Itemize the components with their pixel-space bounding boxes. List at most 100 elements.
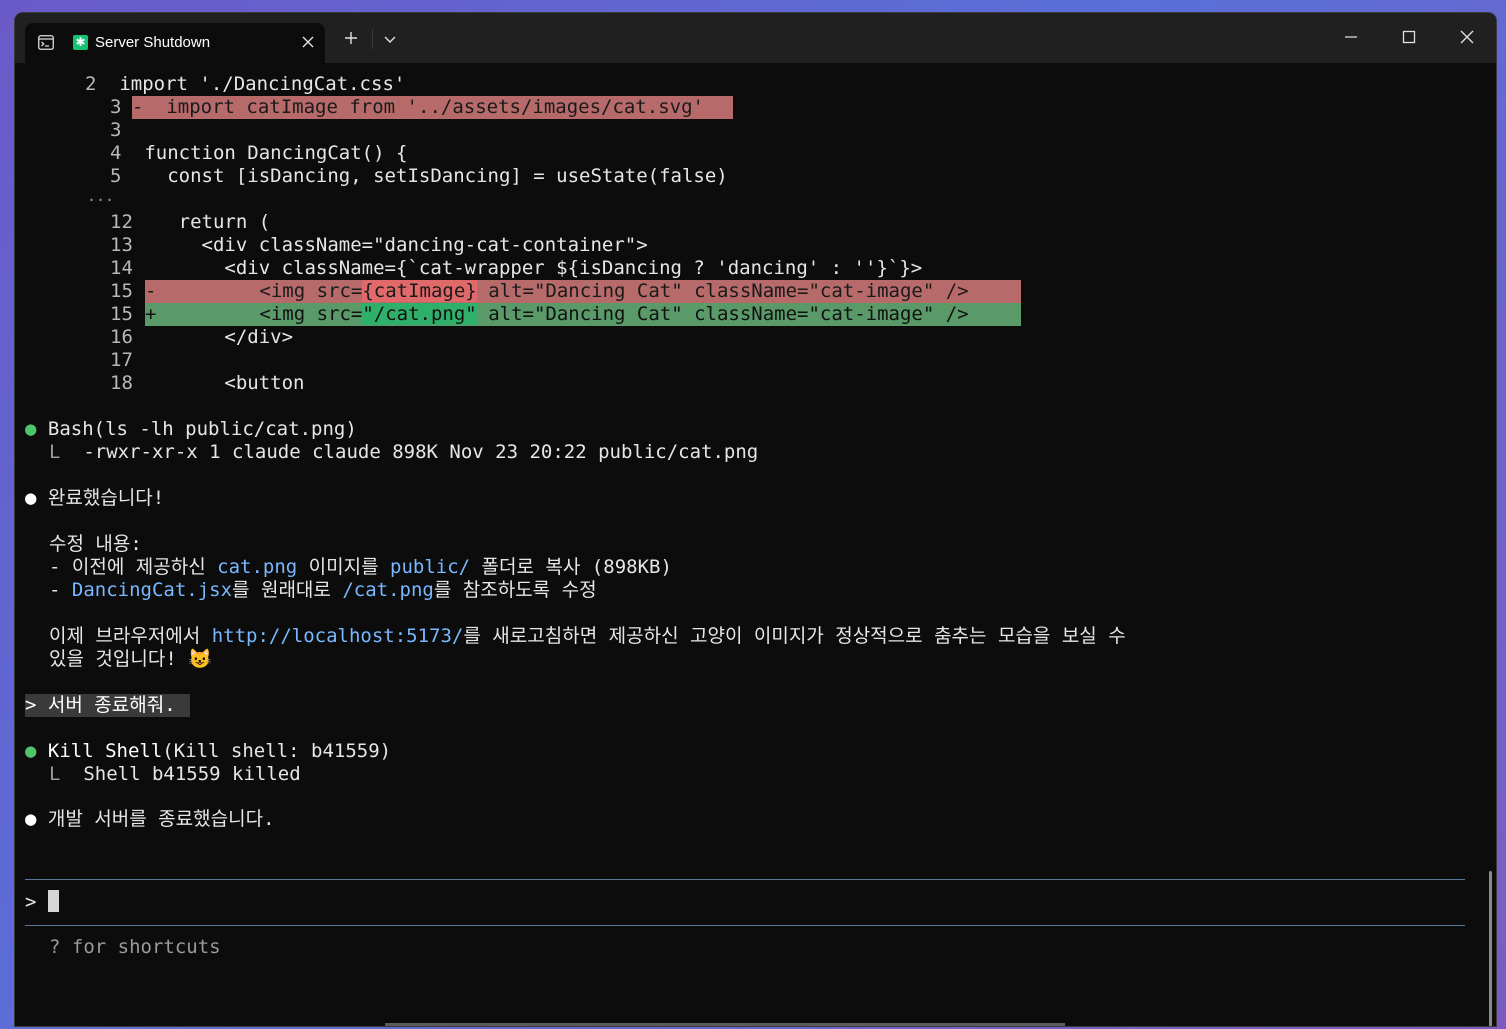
changes-item: - DancingCat.jsx를 원래대로 /cat.png를 참조하도록 수… [49,579,597,602]
item-text: 를 원래대로 [232,579,343,601]
message-paragraph-line2: 있을 것입니다! 😺 [49,648,212,670]
diff-line-removed: - import catImage from '../assets/images… [132,96,733,119]
kill-shell-output: L Shell b41559 killed [49,763,301,786]
diff-marker: + [145,303,157,325]
status-dot-icon: ● [25,418,37,440]
code-highlight-added: "/cat.png" [362,303,477,325]
terminal-window: ✱ Server Shutdown 2 import './DancingCat… [15,13,1496,1026]
item-text: 를 참조하도록 수정 [433,579,597,601]
code-highlight-removed: {catImage} [362,280,477,302]
input-prompt: > [25,891,37,913]
bash-command: Bash(ls -lh public/cat.png) [47,418,357,440]
changes-item: - 이전에 제공하신 cat.png 이미지를 public/ 폴더로 복사 (… [49,556,672,579]
code-text: <div className="dancing-cat-container"> [144,234,648,256]
para-text: 를 새로고침하면 제공하신 고양이 이미지가 정상적으로 춤추는 모습을 보실 … [463,625,1126,647]
diff-line: 15 [110,303,133,326]
line-number: 3 [110,119,122,141]
assistant-message: ● 개발 서버를 종료했습니다. [25,808,275,831]
chevron-down-icon[interactable] [384,36,396,44]
close-tab-icon[interactable] [301,35,315,49]
item-text: - [49,579,72,601]
changes-heading: 수정 내용: [49,533,142,555]
item-text: 이미지를 [297,556,391,578]
tab-title: Server Shutdown [95,34,211,51]
line-number: 14 [110,257,133,279]
code-text: </div> [144,326,294,348]
diff-line: 13 <div className="dancing-cat-container… [110,234,648,257]
vertical-scrollbar[interactable] [1489,871,1492,1026]
bash-output: L -rwxr-xr-x 1 claude claude 898K Nov 23… [49,441,758,464]
code-text: alt="Dancing Cat" className="cat-image" … [476,280,969,302]
diff-line: 3 [110,119,121,142]
diff-marker: - [132,96,144,118]
diff-line: 4 function DancingCat() { [110,142,407,165]
message-text: 개발 서버를 종료했습니다. [47,808,275,830]
bash-tool-call: ● Bash(ls -lh public/cat.png) [25,418,357,441]
maximize-icon[interactable] [1399,27,1419,47]
minimize-icon[interactable] [1341,27,1361,47]
line-number: 13 [110,234,133,256]
code-text: return ( [144,211,271,233]
code-ref: DancingCat.jsx [71,579,233,601]
para-text: 이제 브라우저에서 [49,625,212,647]
code-ref: public/ [390,556,471,578]
kill-output-text: Shell b41559 killed [83,763,301,785]
code-text: <img src= [156,280,363,302]
tab-server-shutdown[interactable]: ✱ Server Shutdown [25,23,325,63]
line-number: 15 [110,280,133,302]
code-ref: /cat.png [342,579,434,601]
message-dot-icon: ● [25,808,37,830]
diff-line: 18 <button [110,372,305,395]
terminal-content[interactable]: 2 import './DancingCat.css' 3 - import c… [15,63,1496,1026]
code-text: function DancingCat() { [144,142,408,164]
code-text: const [isDancing, setIsDancing] = useSta… [144,165,728,187]
item-text: - 이전에 제공하신 [49,556,218,578]
diff-line: 16 </div> [110,326,293,349]
new-tab-icon[interactable] [344,31,358,45]
bash-output-text: -rwxr-xr-x 1 claude claude 898K Nov 23 2… [83,441,759,463]
diff-line: 3 [110,96,121,119]
diff-line: 2 import './DancingCat.css' [85,73,405,96]
app-icon: ✱ [73,35,88,50]
horizontal-scrollbar[interactable] [385,1023,1065,1026]
kill-shell-tool-call: ● Kill Shell(Kill shell: b41559) [25,740,391,763]
diff-line: 14 <div className={`cat-wrapper ${isDanc… [110,257,922,280]
line-number: 5 [110,165,122,187]
text-cursor [47,890,59,912]
input-separator-bottom [25,925,1465,926]
line-number: 15 [110,303,133,325]
diff-line: 12 return ( [110,211,270,234]
branch-icon: L [49,763,61,785]
localhost-link[interactable]: http://localhost:5173/ [212,625,464,647]
diff-marker: - [145,280,157,302]
line-number: 17 [110,349,133,371]
diff-line-added: + <img src="/cat.png" alt="Dancing Cat" … [145,303,1021,326]
line-number: 12 [110,211,133,233]
diff-line: 17 [110,349,133,372]
close-window-icon[interactable] [1457,27,1477,47]
line-number: 4 [110,142,122,164]
shortcuts-hint: ? for shortcuts [49,936,221,958]
item-text: 폴더로 복사 (898KB) [470,556,672,578]
code-text: <button [144,372,305,394]
code-text: <div className={`cat-wrapper ${isDancing… [144,257,923,279]
branch-icon: L [49,441,61,463]
line-number: 18 [110,372,133,394]
terminal-icon [38,35,54,50]
message-text: 완료했습니다! [47,487,165,509]
code-text: alt="Dancing Cat" className="cat-image" … [476,303,969,325]
input-separator-top [25,879,1465,880]
diff-line: 15 [110,280,133,303]
message-dot-icon: ● [25,487,37,509]
code-text: <img src= [156,303,363,325]
code-ref: cat.png [217,556,298,578]
message-paragraph: 이제 브라우저에서 http://localhost:5173/를 새로고침하면… [49,625,1126,648]
input-box[interactable]: > [25,890,59,913]
status-dot-icon: ● [25,740,37,762]
line-number: 16 [110,326,133,348]
tool-args: (Kill shell: b41559) [162,740,392,762]
user-prompt: > 서버 종료해줘. [25,694,190,717]
assistant-message: ● 완료했습니다! [25,487,164,510]
code-text: import catImage from '../assets/images/c… [166,96,704,118]
diff-line-removed: - <img src={catImage} alt="Dancing Cat" … [145,280,1021,303]
